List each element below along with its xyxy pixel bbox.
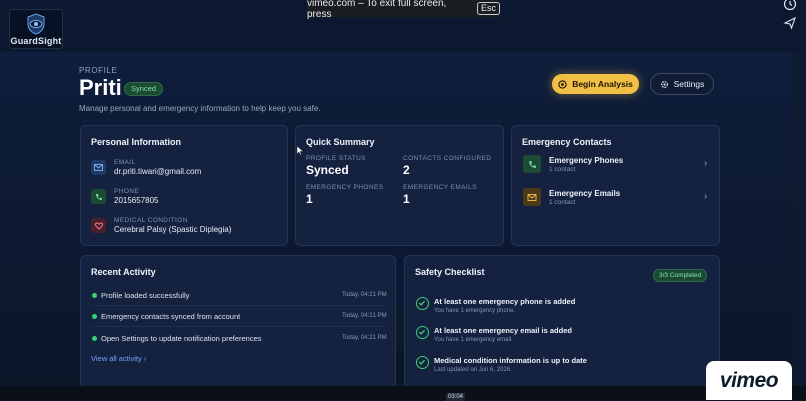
- checklist-item-sub: Last updated on Jun 6, 2026.: [434, 367, 512, 373]
- medical-condition-value: Cerebral Palsy (Spastic Diplegia): [114, 225, 232, 234]
- safety-checklist-card: Safety Checklist 3/3 Completed At least …: [404, 255, 720, 386]
- brand-name: GuardSight: [10, 36, 62, 46]
- check-circle-icon: [416, 356, 429, 369]
- personal-info-title: Personal Information: [91, 137, 182, 147]
- email-value: dr.priti.tiwari@gmail.com: [114, 167, 202, 176]
- check-circle-icon: [416, 326, 429, 339]
- emergency-phones-row[interactable]: Emergency Phones 1 contact ›: [512, 152, 719, 178]
- chevron-right-icon: ›: [704, 191, 708, 202]
- emergency-phones-title: Emergency Phones: [549, 156, 624, 165]
- quick-summary-card: Quick Summary PROFILE STATUS Synced CONT…: [295, 125, 504, 246]
- view-all-activity-link[interactable]: View all activity ›: [91, 354, 146, 363]
- fullscreen-toast-text: vimeo.com – To exit full screen, press: [307, 0, 447, 20]
- divider: [91, 305, 386, 306]
- begin-analysis-button[interactable]: Begin Analysis: [552, 74, 639, 94]
- video-control-bar[interactable]: [0, 386, 806, 400]
- emergency-emails-title: Emergency Emails: [549, 189, 621, 198]
- checklist-item-sub: You have 1 emergency email.: [434, 337, 513, 343]
- mouse-cursor-icon: [296, 142, 304, 160]
- activity-text: Profile loaded successfully: [101, 291, 190, 300]
- emergency-emails-count: 1 contact: [549, 199, 576, 206]
- activity-time: Today, 04:21 PM: [342, 313, 387, 319]
- phone-label: PHONE: [114, 188, 140, 195]
- brand-logo[interactable]: GuardSight: [9, 9, 63, 49]
- section-label: PROFILE: [79, 66, 118, 75]
- recent-activity-title: Recent Activity: [91, 267, 156, 277]
- phone-icon: [523, 155, 541, 173]
- activity-text: Open Settings to update notification pre…: [101, 334, 262, 343]
- contacts-configured-value: 2: [403, 163, 410, 177]
- profile-status-value: Synced: [306, 163, 349, 177]
- completed-badge: 3/3 Completed: [653, 269, 708, 282]
- app-window: GuardSight PROFILE Priti Synced Manage p…: [0, 0, 806, 386]
- gear-icon: [660, 80, 668, 88]
- emergency-phones-count: 1 contact: [549, 166, 576, 173]
- recent-activity-card: Recent Activity Profile loaded successfu…: [80, 255, 396, 386]
- success-dot-icon: [92, 293, 97, 298]
- target-icon: [558, 79, 567, 89]
- chevron-right-icon: ›: [704, 158, 708, 169]
- divider: [91, 326, 386, 327]
- success-dot-icon: [92, 336, 97, 341]
- page-subtitle: Manage personal and emergency informatio…: [79, 104, 321, 113]
- email-label: EMAIL: [114, 159, 136, 166]
- player-corner-controls: [780, 0, 800, 40]
- check-circle-icon: [416, 297, 429, 310]
- eye-shield-icon: [27, 13, 45, 35]
- checklist-item-title: Medical condition information is up to d…: [434, 356, 587, 365]
- settings-button[interactable]: Settings: [650, 73, 714, 95]
- mail-icon: [91, 160, 106, 175]
- side-strip: [793, 52, 806, 386]
- checklist-item-sub: You have 1 emergency phone.: [434, 308, 516, 314]
- begin-analysis-label: Begin Analysis: [572, 79, 633, 89]
- emergency-phones-label: EMERGENCY PHONES: [306, 184, 384, 191]
- status-badge: Synced: [124, 82, 164, 96]
- esc-key: Esc: [476, 2, 500, 15]
- send-icon[interactable]: [783, 16, 797, 30]
- settings-label: Settings: [673, 79, 705, 89]
- activity-time: Today, 04:21 PM: [342, 292, 387, 298]
- quick-summary-title: Quick Summary: [306, 137, 375, 147]
- activity-text: Emergency contacts synced from account: [101, 312, 241, 321]
- emergency-phones-value: 1: [306, 192, 313, 206]
- emergency-emails-value: 1: [403, 192, 410, 206]
- activity-time: Today, 04:21 PM: [342, 335, 387, 341]
- mail-icon: [523, 188, 541, 206]
- phone-value: 2015657805: [114, 196, 159, 205]
- emergency-contacts-card: Emergency Contacts Emergency Phones 1 co…: [511, 125, 720, 246]
- checklist-item-title: At least one emergency email is added: [434, 326, 572, 335]
- clock-icon[interactable]: [783, 0, 797, 11]
- personal-info-card: Personal Information EMAIL dr.priti.tiwa…: [80, 125, 288, 246]
- page-title: Priti: [79, 75, 122, 100]
- emergency-contacts-title: Emergency Contacts: [522, 137, 612, 147]
- emergency-emails-label: EMERGENCY EMAILS: [403, 184, 477, 191]
- safety-checklist-title: Safety Checklist: [415, 267, 485, 277]
- phone-icon: [91, 189, 106, 204]
- success-dot-icon: [92, 314, 97, 319]
- medical-condition-label: MEDICAL CONDITION: [114, 217, 188, 224]
- fullscreen-toast: vimeo.com – To exit full screen, press E…: [307, 0, 500, 20]
- heart-icon: [91, 218, 106, 233]
- emergency-emails-row[interactable]: Emergency Emails 1 contact ›: [512, 185, 719, 211]
- contacts-configured-label: CONTACTS CONFIGURED: [403, 155, 492, 162]
- checklist-item-title: At least one emergency phone is added: [434, 297, 576, 306]
- vimeo-logo[interactable]: vimeo: [706, 361, 792, 400]
- profile-status-label: PROFILE STATUS: [306, 155, 366, 162]
